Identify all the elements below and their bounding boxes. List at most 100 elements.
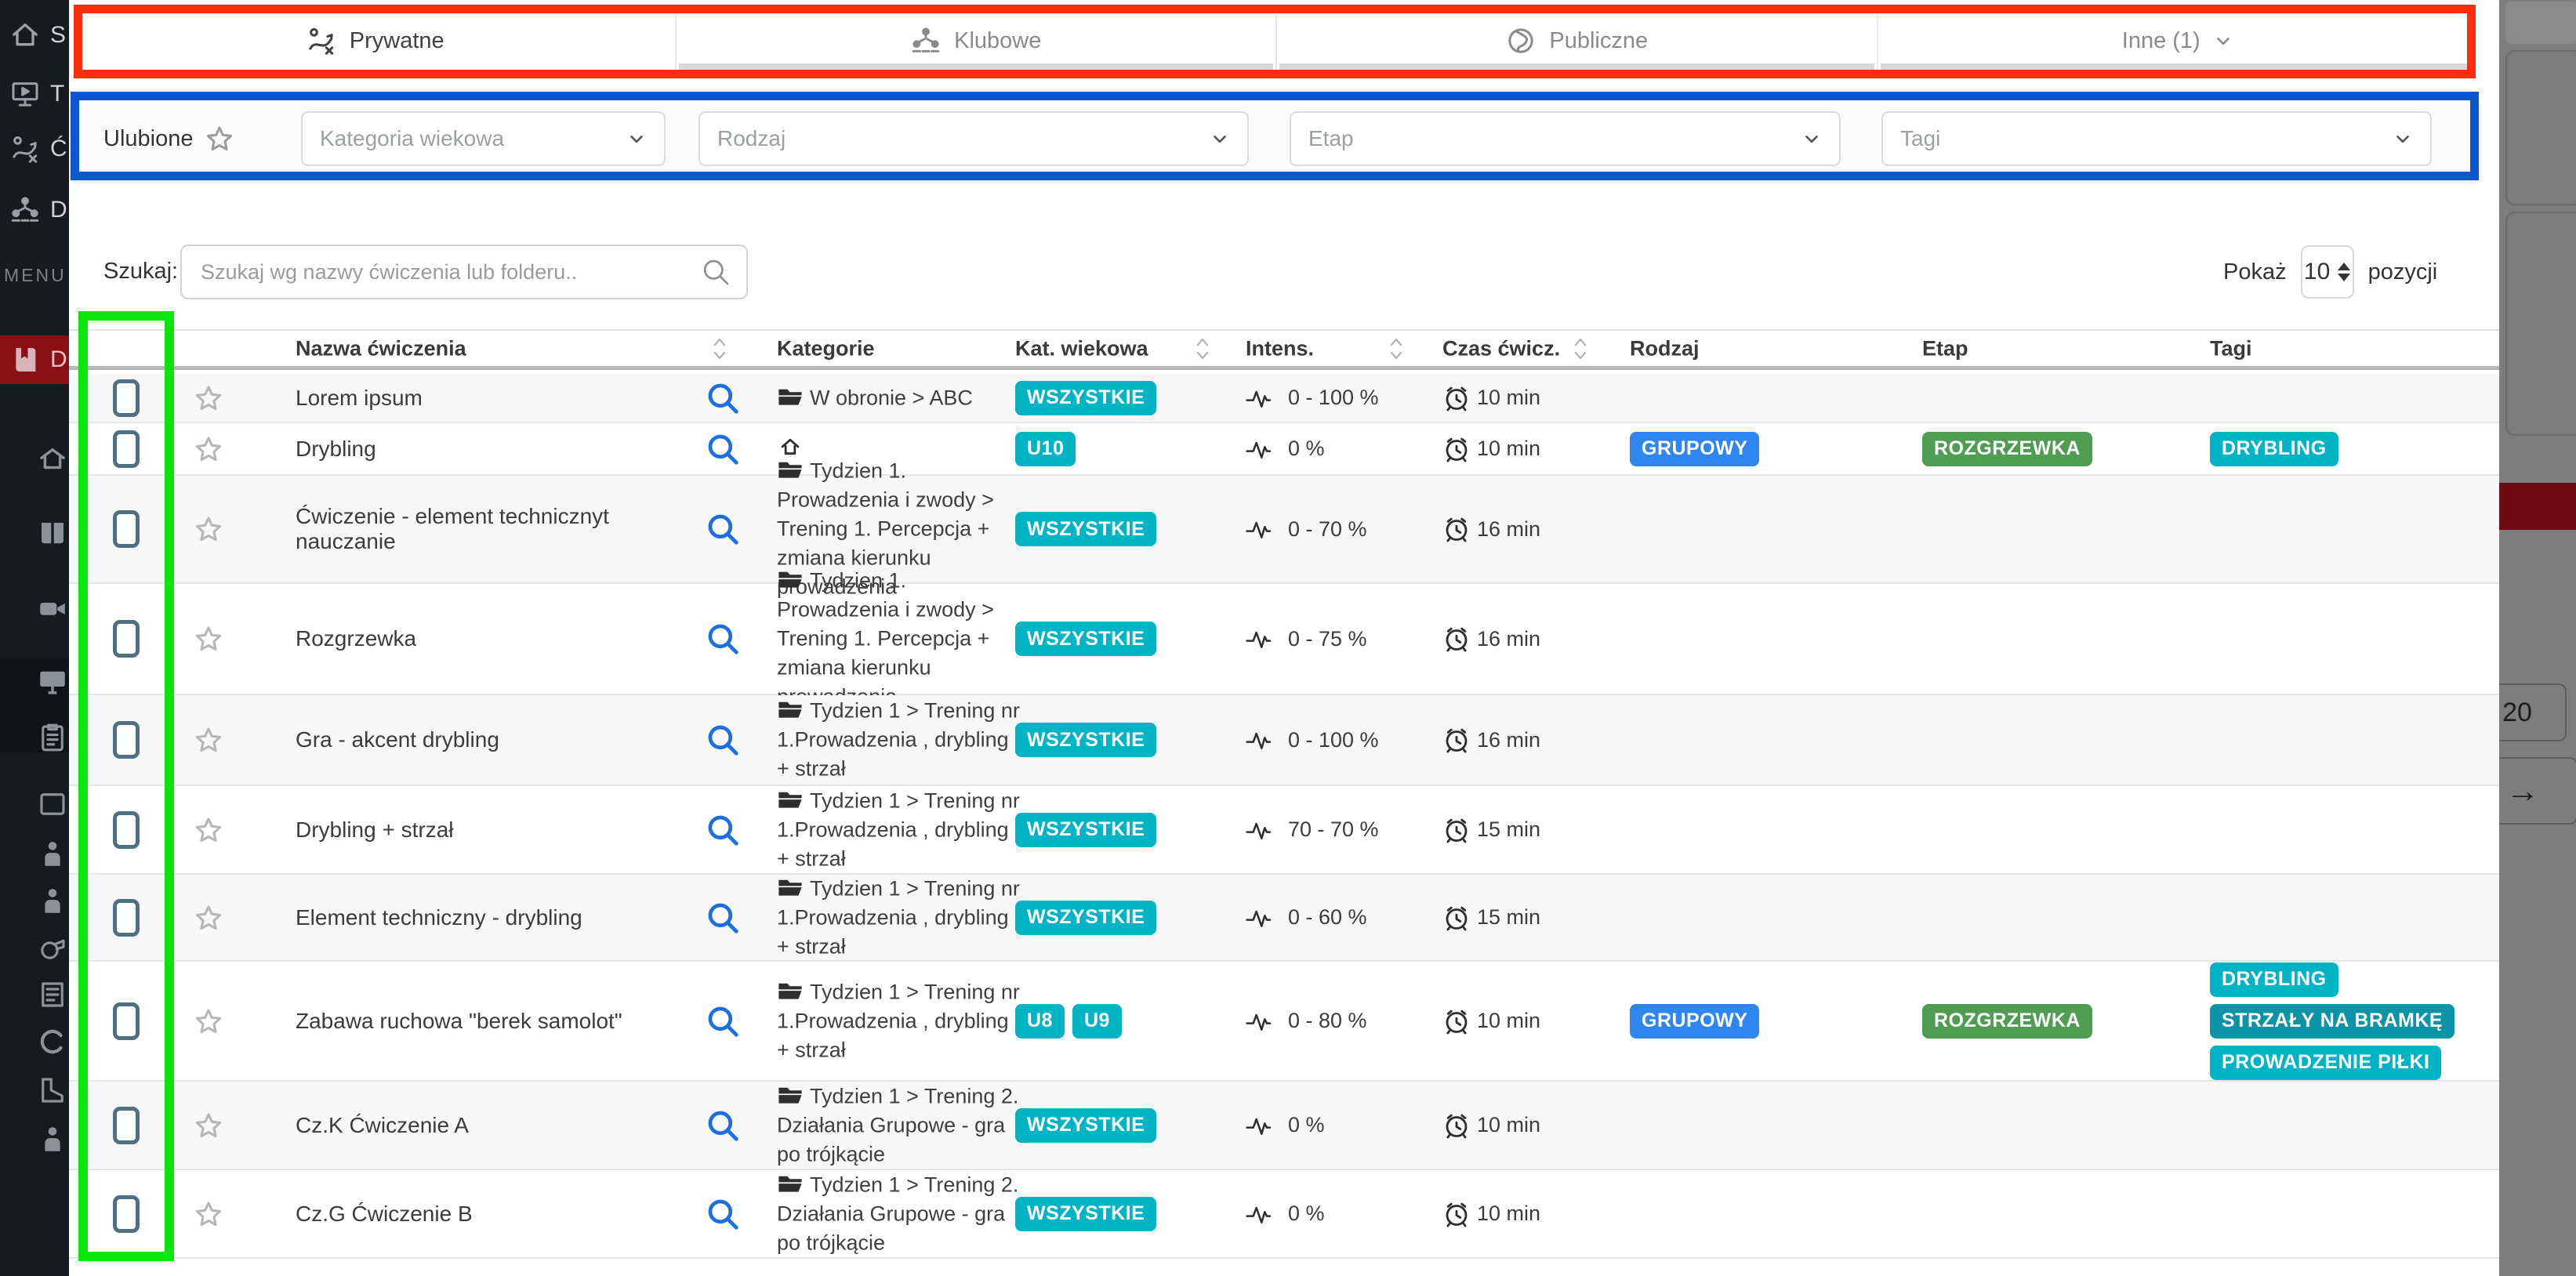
row-checkbox[interactable] <box>113 1107 140 1144</box>
row-star-icon[interactable] <box>193 1006 224 1037</box>
sidebar-subitem-3[interactable] <box>36 665 69 698</box>
tab-prywatne[interactable]: Prywatne <box>75 11 675 71</box>
table-row[interactable]: RozgrzewkaTydzien 1. Prowadzenia i zwody… <box>69 584 2499 695</box>
sort-icon[interactable] <box>712 335 727 362</box>
category-cell: Tydzien 1 > Trening 2. Działania Grupowe… <box>777 1082 1020 1169</box>
sidebar-bottomitem-7[interactable] <box>36 1122 69 1155</box>
star-icon[interactable] <box>204 123 235 154</box>
app-screen: STĆD MENU D PrywatneKlubowePubliczneInne… <box>0 0 2576 1276</box>
sidebar-subitem-1[interactable] <box>36 517 69 550</box>
sidebar-item-active[interactable]: D <box>0 335 69 384</box>
row-checkbox[interactable] <box>113 620 140 658</box>
right-panel-arrow-button[interactable]: → <box>2499 757 2576 825</box>
column-header-2[interactable]: Kat. wiekowa <box>1015 336 1148 361</box>
sidebar-subitem-0[interactable] <box>36 443 69 476</box>
sidebar-bottomitem-6[interactable] <box>36 1074 69 1107</box>
sort-icon[interactable] <box>1388 335 1404 362</box>
stepper-arrows-icon[interactable] <box>2338 263 2350 281</box>
filter-dropdown-tagi[interactable]: Tagi <box>1881 111 2432 166</box>
table-row[interactable]: Drybling + strzałTydzien 1 > Trening nr … <box>69 786 2499 875</box>
row-magnifier-icon[interactable] <box>706 432 740 466</box>
page-size-label: Pokaż <box>2223 259 2287 285</box>
search-input[interactable] <box>199 259 701 285</box>
table-row[interactable]: Gra - akcent dryblingTydzien 1 > Trening… <box>69 695 2499 786</box>
sidebar-subitem-4[interactable] <box>36 721 69 754</box>
row-magnifier-icon[interactable] <box>706 901 740 935</box>
row-star-icon[interactable] <box>193 814 224 846</box>
pulse-icon <box>1246 727 1282 752</box>
sidebar-item-0[interactable]: S <box>0 10 69 60</box>
sidebar-bottomitem-3[interactable] <box>36 931 69 964</box>
row-magnifier-icon[interactable] <box>706 622 740 656</box>
column-header-3[interactable]: Intens. <box>1246 336 1314 361</box>
row-star-icon[interactable] <box>193 1110 224 1141</box>
row-checkbox[interactable] <box>113 510 140 548</box>
duration-value: 10 min <box>1477 1009 1540 1033</box>
sidebar-item-label: D <box>50 346 67 373</box>
row-magnifier-icon[interactable] <box>706 813 740 847</box>
row-checkbox[interactable] <box>113 430 140 468</box>
dropdown-placeholder: Etap <box>1308 126 1354 151</box>
right-panel-value-box[interactable]: 20 <box>2499 683 2567 741</box>
row-star-icon[interactable] <box>193 382 224 414</box>
row-star-icon[interactable] <box>193 623 224 654</box>
sidebar-subitem-2[interactable] <box>36 592 69 625</box>
sidebar-bottomitem-5[interactable] <box>36 1025 69 1058</box>
pulse-icon <box>1246 386 1282 411</box>
row-star-icon[interactable] <box>193 513 224 545</box>
table-row[interactable]: DryblingU100 %10 minGRUPOWYROZGRZEWKADRY… <box>69 423 2499 476</box>
row-magnifier-icon[interactable] <box>706 381 740 415</box>
duration-value: 10 min <box>1477 1113 1540 1137</box>
row-checkbox[interactable] <box>113 721 140 759</box>
clock-icon <box>1442 904 1471 932</box>
row-checkbox[interactable] <box>113 811 140 849</box>
row-magnifier-icon[interactable] <box>706 1197 740 1231</box>
row-star-icon[interactable] <box>193 902 224 933</box>
intensity-cell: 0 % <box>1246 437 1325 462</box>
formation-icon <box>910 25 942 56</box>
filter-dropdown-etap[interactable]: Etap <box>1290 111 1841 166</box>
row-checkbox[interactable] <box>113 899 140 937</box>
sort-icon[interactable] <box>1573 335 1588 362</box>
sidebar-bottomitem-2[interactable] <box>36 884 69 917</box>
row-magnifier-icon[interactable] <box>706 723 740 757</box>
sidebar-bottomitem-4[interactable] <box>36 978 69 1011</box>
sort-icon[interactable] <box>1195 335 1210 362</box>
row-star-icon[interactable] <box>193 433 224 465</box>
table-row[interactable]: Element techniczny - dryblingTydzien 1 >… <box>69 875 2499 962</box>
page-size-stepper[interactable]: 10 <box>2301 245 2354 299</box>
table-row[interactable]: Cz.G Ćwiczenie BTydzien 1 > Trening 2. D… <box>69 1170 2499 1259</box>
column-header-4[interactable]: Czas ćwicz. <box>1442 336 1560 361</box>
sidebar-item-1[interactable]: T <box>0 69 69 119</box>
row-star-icon[interactable] <box>193 1198 224 1230</box>
tab-publiczne[interactable]: Publiczne <box>1275 11 1877 71</box>
table-row[interactable]: Zabawa ruchowa "berek samolot"Tydzien 1 … <box>69 962 2499 1082</box>
row-checkbox[interactable] <box>113 379 140 417</box>
tab-klubowe[interactable]: Klubowe <box>675 11 1276 71</box>
type-badge: GRUPOWY <box>1630 1004 1759 1039</box>
filter-dropdown-kategoria-wiekowa[interactable]: Kategoria wiekowa <box>301 111 666 166</box>
clock-icon <box>1442 1007 1471 1035</box>
row-checkbox[interactable] <box>113 1002 140 1040</box>
column-header-0[interactable]: Nazwa ćwiczenia <box>296 336 466 361</box>
table-row[interactable]: Cz.K Ćwiczenie ATydzien 1 > Trening 2. D… <box>69 1082 2499 1170</box>
tab-understrip <box>1881 63 2476 71</box>
folder-icon <box>777 698 804 720</box>
row-checkbox[interactable] <box>113 1195 140 1233</box>
sidebar-bottomitem-1[interactable] <box>36 837 69 870</box>
sidebar-item-3[interactable]: D <box>0 185 69 235</box>
monitor-icon <box>36 665 69 698</box>
tactics-icon <box>306 25 337 56</box>
table-row[interactable]: Ćwiczenie - element technicznyt nauczani… <box>69 476 2499 584</box>
tab-inne-1-[interactable]: Inne (1) <box>1877 11 2478 71</box>
sidebar-bottomitem-0[interactable] <box>36 788 69 821</box>
table-row[interactable]: Lorem ipsumW obronie > ABCWSZYSTKIE0 - 1… <box>69 374 2499 423</box>
favorites-toggle[interactable]: Ulubione <box>103 123 235 154</box>
row-magnifier-icon[interactable] <box>706 512 740 546</box>
sidebar-item-2[interactable]: Ć <box>0 124 69 174</box>
filter-dropdown-rodzaj[interactable]: Rodzaj <box>698 111 1249 166</box>
row-star-icon[interactable] <box>193 724 224 756</box>
row-magnifier-icon[interactable] <box>706 1108 740 1143</box>
exercise-name: Lorem ipsum <box>296 386 423 411</box>
row-magnifier-icon[interactable] <box>706 1004 740 1039</box>
